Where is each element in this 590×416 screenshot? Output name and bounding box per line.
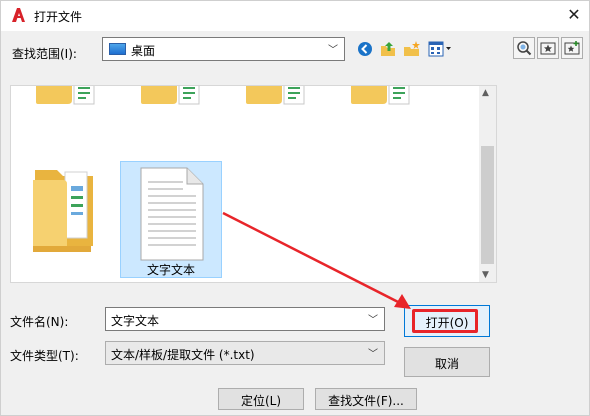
- scroll-thumb[interactable]: [481, 146, 494, 264]
- filename-value: 文字文本: [111, 314, 160, 328]
- desktop-icon: [109, 43, 126, 55]
- lookin-combobox[interactable]: 桌面 ﹀: [102, 37, 345, 61]
- filetype-value: 文本/样板/提取文件 (*.txt): [111, 348, 255, 362]
- lookin-label: 查找范围(I):: [12, 47, 77, 61]
- vertical-scrollbar[interactable]: ▲ ▼: [479, 86, 496, 282]
- chevron-down-icon[interactable]: ﹀: [368, 311, 378, 326]
- open-file-dialog: 打开文件 ✕ 查找范围(I): 桌面 ﹀ 文字文本 ▲ ▼ 文件名(N): 文字…: [0, 0, 590, 416]
- filename-label: 文件名(N):: [10, 315, 69, 329]
- back-icon[interactable]: [355, 39, 375, 59]
- scroll-down-icon[interactable]: ▼: [482, 270, 489, 280]
- list-item-selected[interactable]: 文字文本: [120, 161, 222, 278]
- locate-button-label: 定位(L): [240, 394, 282, 408]
- list-item[interactable]: [29, 164, 101, 256]
- autocad-a-icon: [12, 8, 25, 22]
- partial-folder-icon[interactable]: [246, 86, 306, 106]
- cancel-button-label: 取消: [434, 357, 459, 371]
- partial-folder-icon[interactable]: [36, 86, 96, 106]
- lookin-value: 桌面: [131, 44, 156, 58]
- partial-folder-icon[interactable]: [351, 86, 411, 106]
- file-name-label: 文字文本: [146, 263, 195, 277]
- add-favorite-icon[interactable]: [561, 37, 583, 59]
- open-button[interactable]: 打开(O): [404, 305, 490, 337]
- up-folder-icon[interactable]: [378, 39, 398, 59]
- find-file-button[interactable]: 查找文件(F)...: [315, 388, 417, 410]
- dialog-title: 打开文件: [34, 10, 83, 24]
- search-web-icon[interactable]: [513, 37, 535, 59]
- filetype-label: 文件类型(T):: [10, 349, 79, 363]
- chevron-down-icon: ﹀: [368, 349, 378, 360]
- text-file-icon: [140, 167, 204, 261]
- cancel-button[interactable]: 取消: [404, 347, 490, 377]
- scroll-up-icon[interactable]: ▲: [482, 88, 489, 98]
- filename-input[interactable]: 文字文本 ﹀: [105, 307, 385, 331]
- file-list[interactable]: 文字文本 ▲ ▼: [10, 85, 497, 283]
- close-button[interactable]: ✕: [559, 1, 589, 31]
- new-folder-icon[interactable]: [402, 39, 422, 59]
- locate-button[interactable]: 定位(L): [218, 388, 304, 410]
- favorites-icon[interactable]: [537, 37, 559, 59]
- title-bar: 打开文件 ✕: [1, 1, 589, 31]
- find-file-button-label: 查找文件(F)...: [328, 394, 404, 408]
- close-icon: ✕: [567, 5, 581, 24]
- view-menu-icon[interactable]: [427, 39, 453, 59]
- open-button-label: 打开(O): [425, 316, 469, 330]
- chevron-down-icon: ﹀: [328, 45, 338, 56]
- folder-icon: [33, 170, 93, 252]
- partial-folder-icon[interactable]: [141, 86, 201, 106]
- filetype-combobox[interactable]: 文本/样板/提取文件 (*.txt) ﹀: [105, 341, 385, 365]
